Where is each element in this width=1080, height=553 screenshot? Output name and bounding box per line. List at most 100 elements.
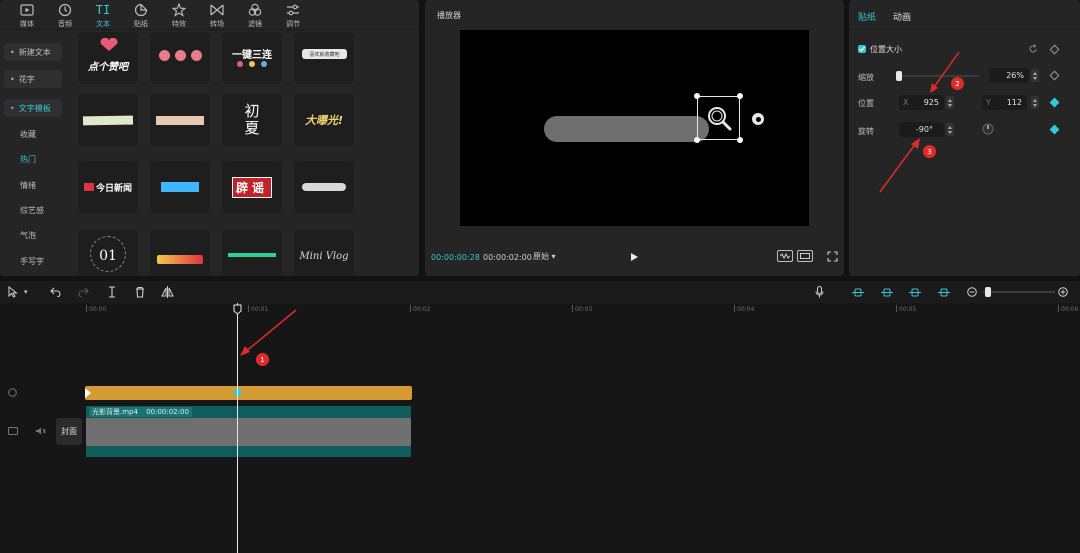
ratio-dropdown[interactable]: 原始 ▾ [533, 251, 556, 262]
side-item-new-text[interactable]: • 新建文本 [4, 43, 62, 61]
zoom-in-icon[interactable] [1058, 287, 1068, 297]
template-tile[interactable]: 01 [78, 230, 138, 276]
tab-label: 贴纸 [134, 20, 148, 28]
side-item-favorites[interactable]: 收藏 [4, 125, 62, 143]
side-item-handwriting[interactable]: 手写字 [4, 252, 62, 270]
delete-icon[interactable] [135, 286, 145, 298]
split-icon[interactable] [107, 286, 117, 298]
position-size-checkbox[interactable] [858, 45, 866, 53]
microphone-icon[interactable] [815, 286, 824, 298]
template-tile[interactable] [150, 32, 210, 84]
position-x-input[interactable]: X 925 [899, 95, 944, 110]
rotation-dial-icon[interactable] [982, 123, 994, 135]
tab-label: 特效 [172, 20, 186, 28]
template-tile[interactable]: 今日新闻 [78, 161, 138, 213]
zoom-slider-track[interactable] [983, 291, 1055, 293]
dotted-ring [90, 236, 126, 272]
rotate-handle-icon[interactable] [752, 113, 764, 125]
tab-effects[interactable]: 特效 [160, 0, 198, 30]
sticker-clip[interactable] [85, 386, 412, 400]
side-item-text-template[interactable]: • 文字模板 [4, 99, 62, 117]
cursor-select-icon[interactable] [7, 286, 19, 298]
search-bar-sticker[interactable] [544, 116, 709, 142]
filter-icon [247, 3, 263, 17]
template-text: 一键三连 [232, 49, 272, 61]
cover-button[interactable]: 封面 [56, 418, 82, 445]
template-tile[interactable] [150, 161, 210, 213]
timeline-area[interactable]: 00:00 00:01 00:02 00:03 00:04 00:05 00:0… [0, 303, 1080, 553]
resize-handle[interactable] [737, 137, 743, 143]
template-tile[interactable] [294, 161, 354, 213]
reset-icon[interactable] [1028, 44, 1038, 54]
property-tabs: 贴纸 动画 [849, 0, 1080, 30]
keyframe-diamond-active-icon[interactable] [1049, 124, 1060, 135]
resize-handle[interactable] [694, 93, 700, 99]
template-tile[interactable]: 大曝光! [294, 94, 354, 146]
rotation-stepper[interactable] [946, 123, 954, 136]
template-tile[interactable] [78, 94, 138, 146]
template-tile[interactable]: 初夏 [222, 94, 282, 146]
keyframe-diamond-icon[interactable] [1049, 44, 1060, 55]
template-tile[interactable]: Mini Vlog [294, 230, 354, 276]
template-tile[interactable]: 一键三连 [222, 32, 282, 84]
check-icon [859, 46, 865, 52]
tab-sticker[interactable]: 贴纸 [122, 0, 160, 30]
ruler-tick [86, 305, 87, 312]
tab-filter[interactable]: 滤镜 [236, 0, 274, 30]
side-item-bubble[interactable]: 气泡 [4, 226, 62, 244]
original-ratio-icon[interactable] [797, 250, 813, 262]
position-x-stepper[interactable] [946, 96, 954, 109]
position-y-stepper[interactable] [1031, 96, 1039, 109]
preview-axis-icon[interactable] [937, 288, 951, 297]
position-y-input[interactable]: Y 112 [982, 95, 1027, 110]
main-track-magnet-icon[interactable] [851, 288, 865, 297]
mute-speaker-icon[interactable] [35, 427, 46, 435]
clip-start-marker-icon [85, 388, 91, 398]
fullscreen-icon[interactable] [827, 251, 838, 262]
zoom-out-icon[interactable] [967, 287, 977, 297]
side-item-emotion[interactable]: 情绪 [4, 176, 62, 194]
tab-media[interactable]: 媒体 [8, 0, 46, 30]
scale-slider-thumb[interactable] [896, 71, 902, 81]
playhead-handle-icon[interactable] [233, 304, 242, 315]
side-item-fancy-text[interactable]: • 花字 [4, 70, 62, 88]
linkage-icon[interactable] [908, 288, 922, 297]
resize-handle[interactable] [737, 93, 743, 99]
template-tile[interactable] [150, 94, 210, 146]
total-time: 00:00:02:00 [483, 253, 532, 262]
tab-adjust[interactable]: 调节 [274, 0, 312, 30]
lock-track-icon[interactable] [8, 427, 18, 435]
template-tile[interactable]: 点个赞吧 [78, 32, 138, 84]
tab-sticker-props[interactable]: 贴纸 [858, 10, 876, 23]
chevron-down-icon[interactable]: ▾ [24, 286, 28, 298]
side-item-hot[interactable]: 热门 [4, 150, 62, 168]
template-tile[interactable]: 喜欢就收藏吧 [294, 32, 354, 84]
ruler-label: 00:00 [89, 306, 107, 313]
play-icon[interactable] [629, 252, 639, 262]
template-tile[interactable]: 辟谣 [222, 161, 282, 213]
scale-stepper[interactable] [1031, 69, 1039, 82]
preview-canvas[interactable] [460, 30, 809, 226]
waveform-toggle-icon[interactable] [777, 250, 793, 262]
tab-text[interactable]: TI 文本 [84, 0, 122, 30]
annotation-arrow-3 [879, 138, 920, 193]
playhead[interactable] [233, 303, 242, 553]
undo-icon[interactable] [50, 287, 61, 297]
video-clip[interactable]: 光影背景.mp4 00:00:02:00 [86, 406, 411, 457]
mirror-icon[interactable] [161, 286, 174, 298]
auto-snap-icon[interactable] [880, 288, 894, 297]
tab-transition[interactable]: 转场 [198, 0, 236, 30]
keyframe-diamond-active-icon[interactable] [1049, 97, 1060, 108]
scale-input[interactable]: 26% [989, 68, 1029, 83]
tab-label: 音频 [58, 20, 72, 28]
tab-animation[interactable]: 动画 [893, 10, 911, 23]
side-item-variety[interactable]: 综艺感 [4, 201, 62, 219]
zoom-slider-thumb[interactable] [985, 287, 991, 297]
resize-handle[interactable] [694, 137, 700, 143]
tab-audio[interactable]: 音频 [46, 0, 84, 30]
selected-sticker-box[interactable] [694, 93, 743, 143]
template-tile[interactable] [150, 230, 210, 276]
position-size-label: 位置大小 [870, 45, 902, 54]
template-tile[interactable] [222, 230, 282, 276]
keyframe-diamond-icon[interactable] [1049, 70, 1060, 81]
